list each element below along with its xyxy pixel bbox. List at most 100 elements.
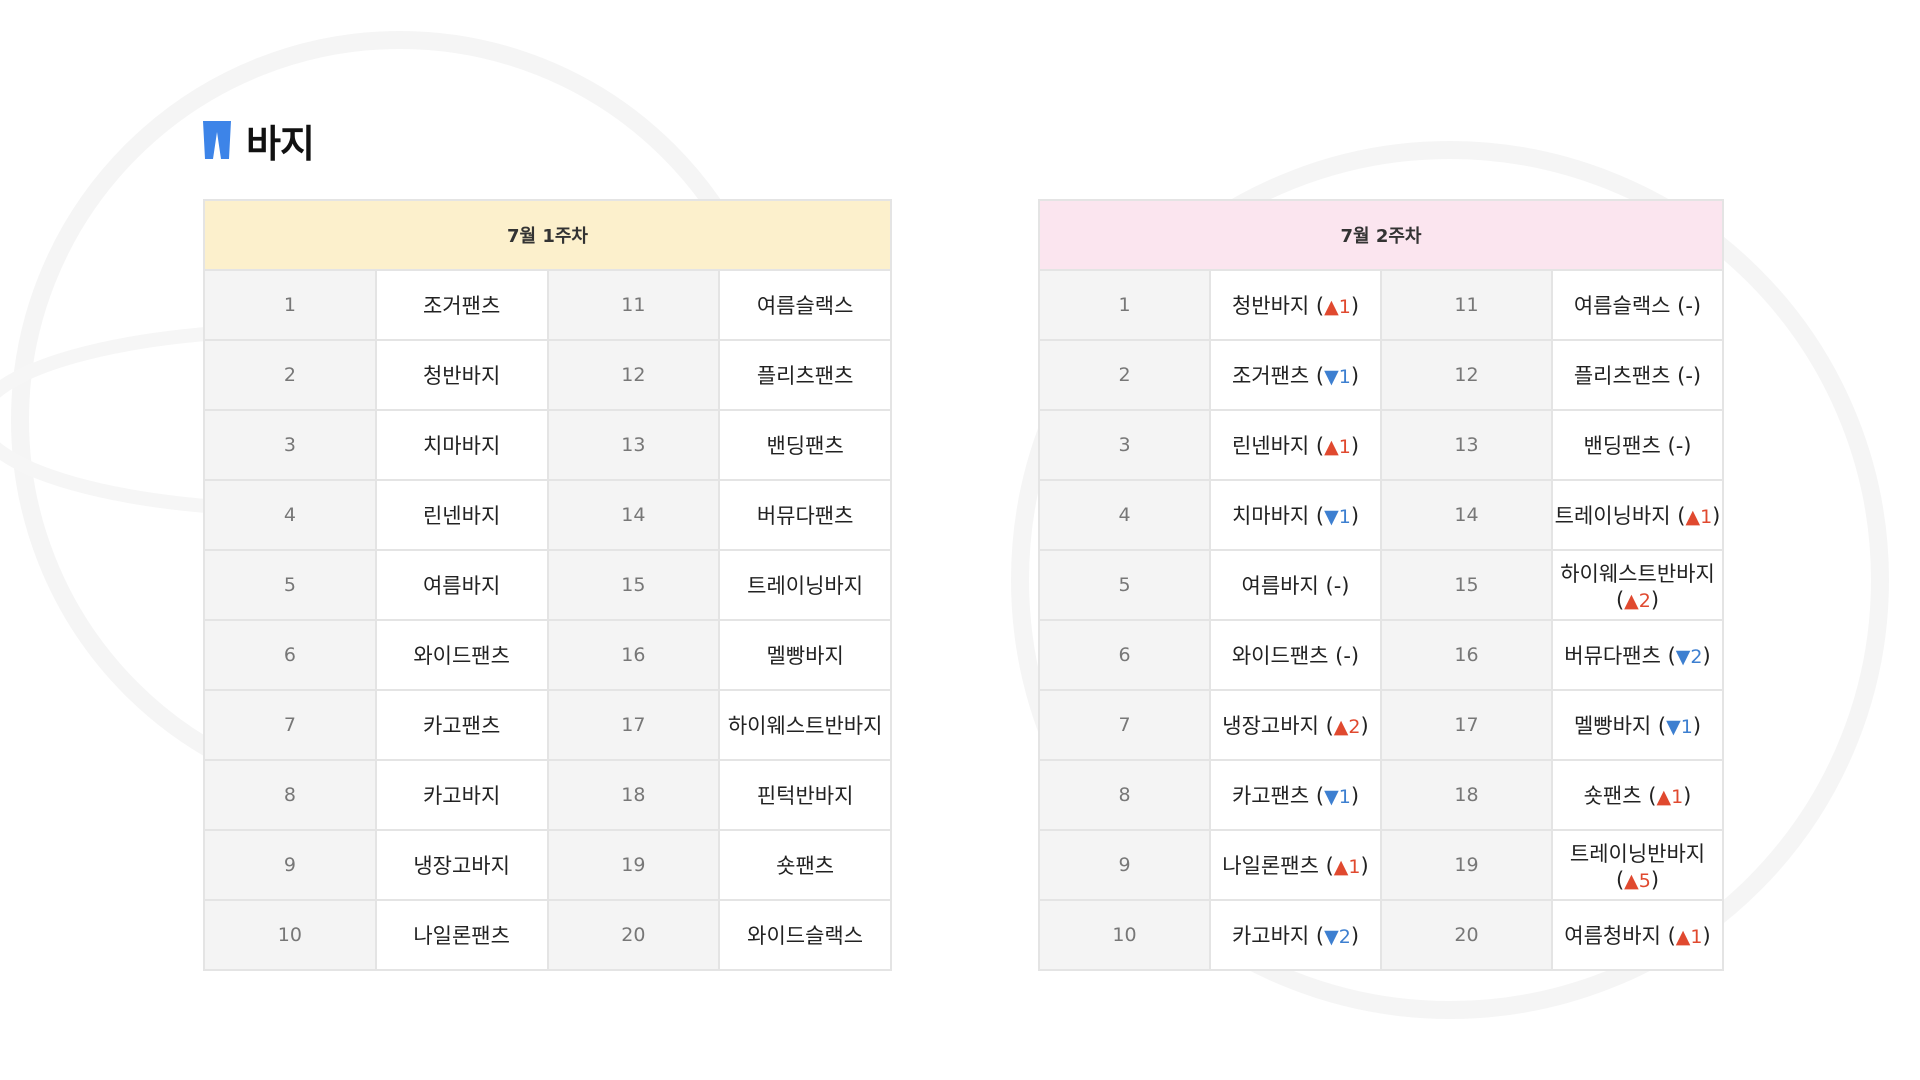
rank-change: (-): [1660, 434, 1692, 458]
table-row: 7 카고팬츠 17 하이웨스트반바지: [203, 689, 892, 761]
rank-number: 19: [1380, 829, 1553, 901]
item-name: 멜빵바지: [718, 619, 892, 691]
item-name: 나일론팬츠: [374, 899, 549, 971]
week2-ranking-table: 7월 2주차 1 청반바지 (▲1) 11 여름슬랙스 (-) 2 조거팬츠 (▼1) 12…: [1038, 199, 1724, 971]
rank-change-value: -: [1333, 574, 1342, 598]
rank-number: 14: [1380, 479, 1553, 551]
rank-change-value: 1: [1680, 716, 1693, 738]
table-row: 10 카고바지 (▼2) 20 여름청바지 (▲1): [1038, 899, 1724, 971]
rank-number: 8: [203, 759, 377, 831]
rank-number: 18: [546, 759, 721, 831]
rank-change: (▼2): [1309, 924, 1360, 948]
rank-number: 5: [1038, 549, 1211, 621]
item-name: 카고팬츠: [374, 689, 549, 761]
rank-change-value: -: [1675, 434, 1684, 458]
rank-change: (▼1): [1651, 714, 1702, 738]
table-row: 2 청반바지 12 플리츠팬츠: [203, 339, 892, 411]
rank-change-value: 1: [1690, 926, 1703, 948]
rank-change: (▲1): [1660, 924, 1711, 948]
item-cell: 하이웨스트반바지 (▲2): [1551, 549, 1724, 621]
rank-change-value: -: [1343, 644, 1351, 668]
rank-number: 6: [1038, 619, 1211, 691]
rank-change: (▲1): [1318, 854, 1369, 878]
rank-change-value: 1: [1700, 506, 1713, 528]
item-cell: 나일론팬츠 (▲1): [1209, 829, 1382, 901]
item-cell: 트레이닝바지 (▲1): [1551, 479, 1724, 551]
item-name: 청반바지: [374, 339, 549, 411]
table-row: 5 여름바지 15 트레이닝바지: [203, 549, 892, 621]
week2-header: 7월 2주차: [1038, 199, 1724, 271]
page-title: 바지: [246, 121, 315, 166]
item-name: 밴딩팬츠: [1583, 434, 1661, 458]
rank-number: 15: [546, 549, 721, 621]
rank-change: (▲2): [1318, 714, 1369, 738]
rank-number: 16: [546, 619, 721, 691]
item-name: 트레이닝바지: [1554, 504, 1671, 528]
rank-change: (▲5): [1615, 868, 1660, 892]
rank-change-value: -: [1685, 294, 1693, 318]
table-row: 10 나일론팬츠 20 와이드슬랙스: [203, 899, 892, 971]
item-cell: 밴딩팬츠 (-): [1551, 409, 1724, 481]
item-name: 여름청바지: [1564, 924, 1661, 948]
rank-number: 5: [203, 549, 377, 621]
item-name: 하이웨스트반바지: [1560, 562, 1715, 586]
item-name: 트레이닝반바지: [1569, 842, 1706, 866]
rank-number: 11: [1380, 269, 1553, 341]
rank-number: 2: [203, 339, 377, 411]
rank-change-value: 2: [1638, 590, 1651, 612]
table-row: 2 조거팬츠 (▼1) 12 플리츠팬츠 (-): [1038, 339, 1724, 411]
item-cell: 숏팬츠 (▲1): [1551, 759, 1724, 831]
item-name: 와이드팬츠: [1231, 644, 1329, 668]
week1-ranking-table: 7월 1주차 1 조거팬츠 11 여름슬랙스 2 청반바지 12 플리츠팬츠 3 치마바지 13 밴딩…: [203, 199, 892, 971]
table-row: 6 와이드팬츠 (-) 16 버뮤다팬츠 (▼2): [1038, 619, 1724, 691]
item-name: 버뮤다팬츠: [1564, 644, 1661, 668]
rank-number: 19: [546, 829, 721, 901]
rank-change-value: 2: [1338, 926, 1351, 948]
rank-number: 13: [546, 409, 721, 481]
rank-number: 12: [546, 339, 721, 411]
rank-number: 9: [203, 829, 377, 901]
rank-change: (-): [1328, 644, 1360, 668]
rank-change-value: 1: [1348, 856, 1361, 878]
table-row: 8 카고바지 18 핀턱반바지: [203, 759, 892, 831]
rank-number: 4: [1038, 479, 1211, 551]
rank-number: 7: [203, 689, 377, 761]
item-name: 밴딩팬츠: [718, 409, 892, 481]
item-name: 여름바지: [374, 549, 549, 621]
rank-number: 1: [1038, 269, 1211, 341]
rank-change-value: 2: [1348, 716, 1361, 738]
rank-number: 17: [546, 689, 721, 761]
rank-number: 8: [1038, 759, 1211, 831]
rank-number: 12: [1380, 339, 1553, 411]
item-name: 린넨바지: [374, 479, 549, 551]
triangle-up-icon: ▲: [1324, 296, 1339, 318]
item-cell: 청반바지 (▲1): [1209, 269, 1382, 341]
item-cell: 카고바지 (▼2): [1209, 899, 1382, 971]
item-cell: 트레이닝반바지 (▲5): [1551, 829, 1724, 901]
rank-change-value: 2: [1690, 646, 1703, 668]
triangle-down-icon: ▼: [1324, 786, 1339, 808]
item-cell: 여름바지 (-): [1209, 549, 1382, 621]
rank-change: (▲1): [1309, 294, 1360, 318]
table-row: 5 여름바지 (-) 15 하이웨스트반바지 (▲2): [1038, 549, 1724, 621]
triangle-up-icon: ▲: [1656, 786, 1672, 808]
item-cell: 버뮤다팬츠 (▼2): [1551, 619, 1724, 691]
item-cell: 와이드팬츠 (-): [1209, 619, 1382, 691]
table-row: 8 카고팬츠 (▼1) 18 숏팬츠 (▲1): [1038, 759, 1724, 831]
triangle-down-icon: ▼: [1324, 506, 1339, 528]
triangle-up-icon: ▲: [1685, 506, 1701, 528]
item-name: 숏팬츠: [1583, 784, 1642, 808]
rank-number: 18: [1380, 759, 1553, 831]
rank-number: 15: [1380, 549, 1553, 621]
triangle-up-icon: ▲: [1675, 926, 1691, 948]
item-name: 카고바지: [1231, 924, 1310, 948]
item-name: 멜빵바지: [1573, 714, 1652, 738]
rank-change-value: -: [1685, 364, 1693, 388]
rank-number: 1: [203, 269, 377, 341]
rank-change-value: 1: [1338, 506, 1351, 528]
item-name: 하이웨스트반바지: [718, 689, 892, 761]
item-name: 나일론팬츠: [1222, 854, 1319, 878]
rank-change: (-): [1318, 574, 1350, 598]
rank-change: (▲1): [1641, 784, 1692, 808]
rank-change: (▼1): [1309, 364, 1360, 388]
